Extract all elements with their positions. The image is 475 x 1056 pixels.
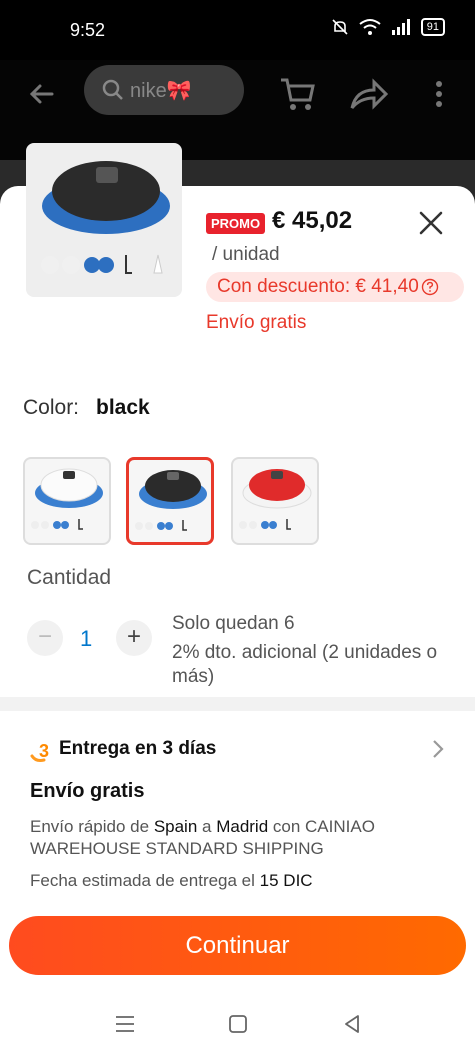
quantity-label: Cantidad [27, 566, 112, 589]
status-time: 9:52 [70, 20, 106, 40]
eta-date: 15 DIC [259, 871, 313, 890]
battery-icon: 91 [420, 18, 445, 36]
delivery-3-day-icon: 3 [30, 741, 49, 762]
price: € 45,02 [272, 207, 353, 234]
close-icon[interactable] [416, 208, 446, 238]
back-arrow-icon[interactable] [26, 78, 58, 110]
color-option-red[interactable] [231, 457, 319, 545]
mute-bell-icon [332, 19, 348, 35]
quantity-value[interactable]: 1 [80, 626, 92, 652]
product-image[interactable] [26, 143, 182, 297]
menu-icon[interactable] [113, 1012, 137, 1036]
delivery-title[interactable]: Entrega en 3 días [59, 738, 216, 760]
bulk-discount-text: 2% dto. adicional (2 unidades o más) [172, 642, 438, 687]
cart-icon[interactable] [278, 74, 318, 114]
shipping-label: Envío gratis [206, 312, 307, 333]
shipping-route-text: Envío rápido de Spain a Madrid con CAINI… [30, 817, 375, 858]
more-icon[interactable] [422, 74, 456, 114]
quantity-plus-button[interactable]: + [116, 620, 152, 656]
wifi-icon [359, 19, 381, 35]
red-robot-thumbnail [239, 469, 312, 530]
search-input[interactable]: nike🎀 [84, 65, 244, 115]
price-unit: / unidad [212, 244, 280, 265]
discount-badge[interactable]: Con descuento: € 41,40 [206, 272, 464, 302]
search-icon [102, 79, 123, 100]
route-origin: Spain [153, 817, 198, 836]
black-robot-thumbnail [135, 470, 207, 531]
color-option-black[interactable] [126, 457, 214, 545]
chevron-right-icon[interactable] [428, 738, 448, 760]
search-value: nike🎀 [130, 79, 192, 102]
quantity-minus-button[interactable]: − [27, 620, 63, 656]
home-icon[interactable] [226, 1012, 250, 1036]
discount-text: Con descuento: € 41,40 [217, 276, 419, 297]
color-value: black [96, 396, 150, 419]
white-robot-thumbnail [31, 468, 103, 530]
stock-left-text: Solo quedan 6 [172, 613, 295, 634]
help-icon[interactable] [421, 278, 439, 296]
back-icon[interactable] [340, 1012, 364, 1036]
continue-button[interactable]: Continuar [9, 916, 466, 975]
route-destination: Madrid [216, 817, 269, 836]
robot-vacuum-image [41, 161, 170, 274]
share-icon[interactable] [348, 74, 388, 114]
status-icons: 91 [331, 18, 445, 36]
color-option-white[interactable] [23, 457, 111, 545]
section-divider [0, 697, 475, 711]
color-label: Color: [23, 396, 80, 419]
promo-badge: PROMO [206, 213, 266, 234]
free-shipping-label: Envío gratis [30, 780, 145, 802]
system-nav-bar [0, 990, 475, 1056]
signal-icon [391, 19, 410, 35]
svg-text:3: 3 [39, 741, 49, 761]
status-bar: 9:52 91 [0, 0, 475, 60]
estimated-delivery-text: Fecha estimada de entrega el 15 DIC [30, 871, 313, 890]
